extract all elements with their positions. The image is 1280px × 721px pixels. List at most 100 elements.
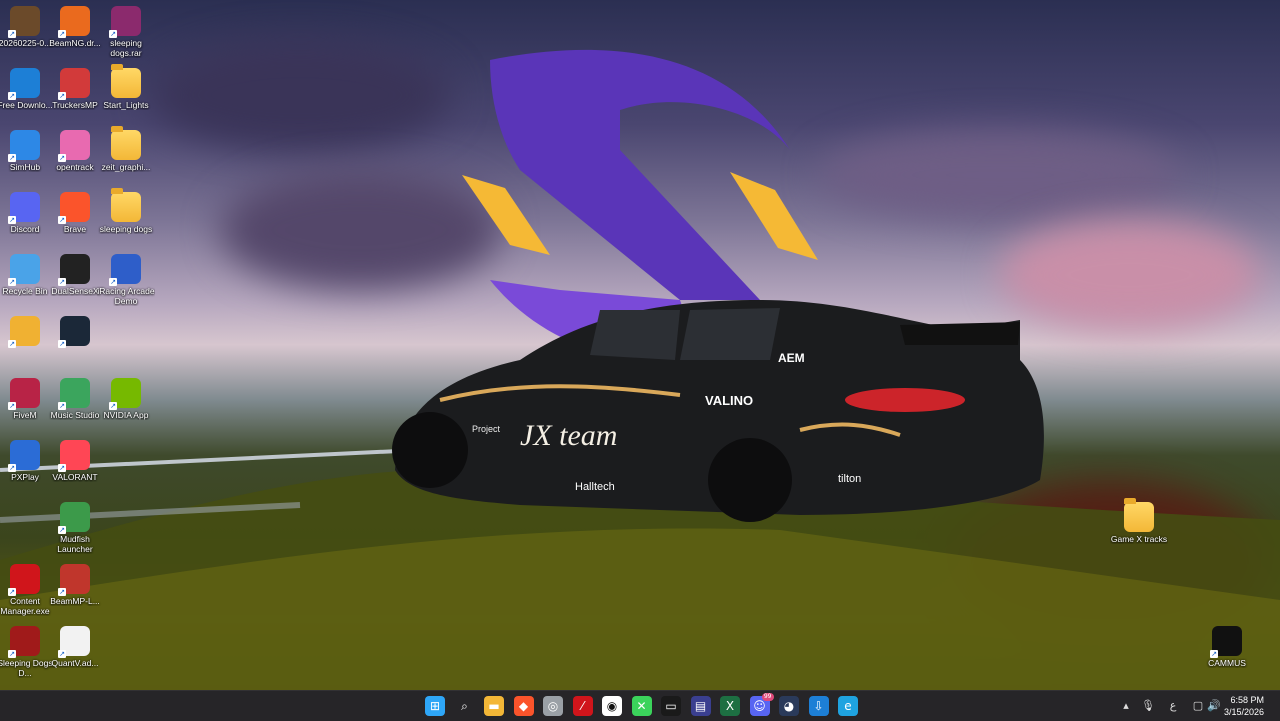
iracing-icon: ↗ [109,254,141,286]
desktop-icon-label: sleeping dogs [99,224,153,234]
shortcut-arrow-icon: ↗ [8,30,16,38]
nvidia-icon: ↗ [109,378,141,410]
desktop-icon-label: Music Studio [50,410,100,420]
steam-circle-icon[interactable]: ◎ [543,696,563,716]
desktop-icon[interactable]: ↗ VALORANT [46,438,104,500]
desktop-icon[interactable]: ↗ Music Studio [46,376,104,438]
folder-icon [111,126,141,160]
shortcut-arrow-icon: ↗ [58,216,66,224]
desktop-icon[interactable]: ↗ [46,314,104,376]
desktop-icon[interactable]: ↗ BeamNG.dr... [46,4,104,66]
desktop-icon-label: NVIDIA App [103,410,149,420]
shortcut-arrow-icon: ↗ [58,154,66,162]
folder-icon[interactable]: ▬ [484,696,504,716]
desktop-icon[interactable]: ↗ BeamMP-L... [46,562,104,624]
shortcut-arrow-icon: ↗ [58,650,66,658]
desktop-icon-label: TruckersMP [52,100,98,110]
notification-badge: 99 [761,693,774,701]
document-file-icon: ↗ [58,626,90,658]
download-manager-icon[interactable]: ⇩ [808,696,829,716]
mudfish-icon: ↗ [58,502,90,534]
shortcut-arrow-icon: ↗ [8,340,16,348]
steam-icon[interactable]: ◕ [779,696,799,716]
wallpaper-art: JX team Project AEM Halltech tilton VALI… [0,49,1280,690]
shortcut-arrow-icon: ↗ [58,402,66,410]
excel-icon[interactable]: X [720,696,740,716]
shortcut-arrow-icon: ↗ [8,154,16,162]
shortcut-arrow-icon: ↗ [58,464,66,472]
desktop-icon[interactable]: zeit_graphi... [97,126,155,190]
desktop-icon[interactable]: Start_Lights [97,64,155,128]
shortcut-arrow-icon: ↗ [109,278,117,286]
desktop-icon[interactable]: ↗ CAMMUS [1198,624,1256,686]
beammp-icon: ↗ [58,564,90,596]
desktop-icon[interactable]: ↗ NVIDIA App [97,376,155,438]
chevron-up-icon[interactable]: ▴ [1118,698,1134,714]
discord-icon[interactable]: ☺ 99 [749,693,774,716]
shortcut-arrow-icon: ↗ [58,340,66,348]
desktop-icon[interactable]: Game X tracks [1110,498,1168,562]
desktop-icon[interactable]: ↗ TruckersMP [46,66,104,128]
car-tail-light [845,388,965,412]
microphone-icon[interactable]: 🎙 [1140,698,1156,714]
winrar-archive-icon: ↗ [109,6,141,38]
desktop-icon[interactable]: sleeping dogs [97,188,155,252]
car-window-front [590,310,680,360]
shortcut-arrow-icon: ↗ [8,278,16,286]
notification-icon[interactable]: ▢ [1190,698,1206,714]
livery-project: Project [472,424,501,434]
steam-icon: ↗ [58,316,90,348]
wallpaper-logo-top [490,49,790,301]
livery-aem: AEM [778,351,805,365]
desktop-icon[interactable]: ↗ sleeping dogs.rar [97,4,155,66]
desktop-icon-label: zeit_graphi... [101,162,151,172]
desktop-icon-label: CAMMUS [1208,658,1246,668]
desktop-icon-label: Brave [63,224,87,234]
music-studio-icon: ↗ [58,378,90,410]
search-icon[interactable]: ⌕ [455,696,475,716]
desktop-icon[interactable]: ↗ DualSenseX [46,252,104,314]
valorant-icon: ↗ [58,440,90,472]
shortcut-arrow-icon: ↗ [58,92,66,100]
speaker-icon[interactable]: 🔊 [1206,698,1222,714]
capture-icon[interactable]: ▤ [690,696,711,716]
desktop-icon-label: sleeping dogs.rar [110,38,142,58]
desktop-icon[interactable]: ↗ QuantV.ad... [46,624,104,686]
desktop-icon-label: opentrack [56,162,94,172]
desktop-icon[interactable]: ↗ opentrack [46,128,104,190]
recycle-bin-icon: ↗ [8,254,40,286]
brave-icon: ↗ [58,192,90,224]
content-manager-icon: ↗ [8,564,40,596]
shortcut-arrow-icon: ↗ [109,30,117,38]
desktop-icon[interactable]: ↗ Brave [46,190,104,252]
desktop-icon-label: iRacing Arcade Demo [97,286,155,306]
desktop-icon-label: Start_Lights [103,100,149,110]
truckersmp-icon: ↗ [58,68,90,100]
keyboard-layout-icon[interactable]: ع [1165,698,1181,714]
desktop-icon[interactable]: ↗ Mudfish Launcher [46,500,104,562]
xbox-icon[interactable]: ✕ [631,696,652,716]
shortcut-arrow-icon: ↗ [58,526,66,534]
edge-icon[interactable]: e [838,696,858,716]
livery-jx-team: JX team [520,419,617,452]
opentrack-icon: ↗ [58,130,90,162]
content-manager-icon[interactable]: ⁄ [572,696,593,716]
simhub-icon: ↗ [8,130,40,162]
clock-time: 6:58 PM [1230,695,1264,705]
shortcut-arrow-icon: ↗ [58,278,66,286]
brave-icon[interactable]: ◆ [513,696,534,716]
windows-logo-icon[interactable]: ⊞ [425,696,445,716]
pxplay-icon: ↗ [8,440,40,472]
desktop-icon-label: Mudfish Launcher [57,534,93,554]
app-window-icon[interactable]: ▭ [661,696,681,716]
clock[interactable]: 6:58 PM 3/15/2026 [1224,694,1264,718]
desktop-icon-label: VALORANT [52,472,98,482]
desktop-icon-label: DualSenseX [51,286,99,296]
shortcut-arrow-icon: ↗ [58,30,66,38]
obs-icon[interactable]: ◉ [602,696,622,716]
cammus-icon: ↗ [1210,626,1242,658]
folder-icon [1124,498,1154,532]
desktop-icon[interactable]: ↗ iRacing Arcade Demo [97,252,155,314]
livery-halltech: Halltech [575,481,615,493]
car-rear-wheel [708,438,792,522]
